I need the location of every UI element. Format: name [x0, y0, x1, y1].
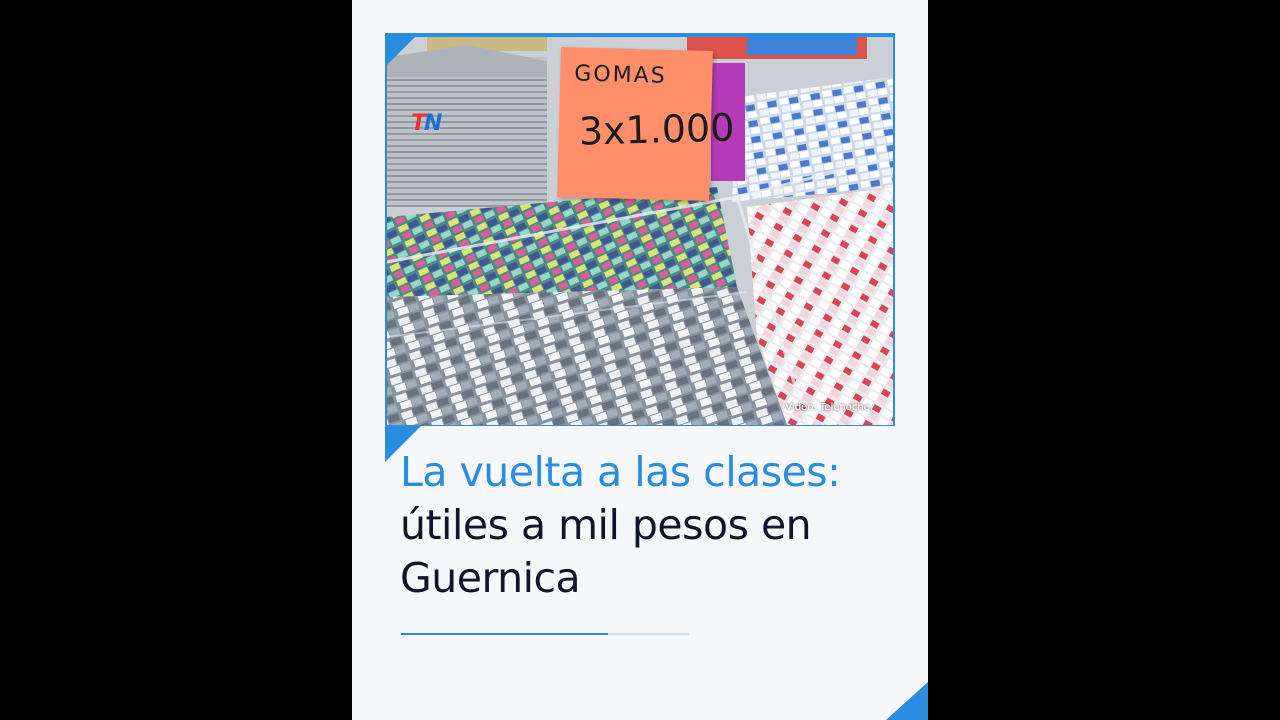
price-sign-price: 3x1.000: [578, 105, 735, 154]
price-sign: GOMAS 3x1.000: [557, 47, 735, 201]
news-card: TN GOMAS 3x1.000 Video: Telenoche. La vu…: [352, 0, 928, 720]
video-frame: TN GOMAS 3x1.000 Video: Telenoche.: [385, 33, 895, 426]
headline: La vuelta a las clases: útiles a mil pes…: [400, 446, 920, 605]
price-sign-title: GOMAS: [573, 61, 667, 89]
corner-accent-bottom-right: [886, 682, 928, 720]
progress-rule-fill: [401, 633, 609, 635]
video-credit: Video: Telenoche.: [785, 402, 873, 413]
headline-rest: útiles a mil pesos en Guernica: [400, 501, 812, 602]
headline-accent: La vuelta a las clases:: [400, 448, 841, 496]
video-thumbnail[interactable]: TN GOMAS 3x1.000 Video: Telenoche.: [387, 37, 893, 425]
tn-logo: TN: [411, 111, 442, 136]
corner-accent-top-left: [385, 33, 419, 67]
progress-rule: [401, 633, 689, 635]
